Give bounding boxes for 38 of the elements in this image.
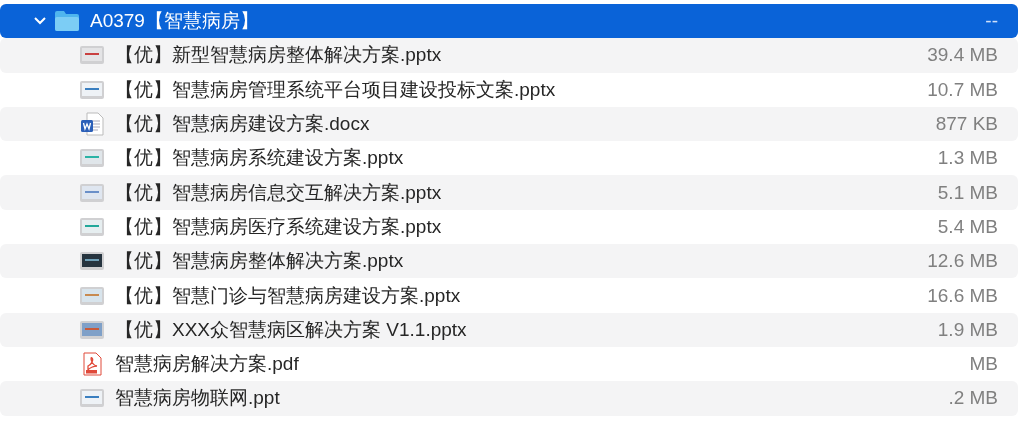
file-row[interactable]: 【优】智慧门诊与智慧病房建设方案.pptx 16.6 MB [0, 278, 1018, 313]
file-size: 1.9 MB [937, 318, 999, 341]
file-size: 5.4 MB [937, 215, 999, 238]
file-size: 16.6 MB [927, 284, 999, 307]
file-name: 智慧病房物联网.ppt [115, 386, 281, 411]
file-row[interactable]: 【优】XXX众智慧病区解决方案 V1.1.pptx 1.9 MB [0, 312, 1018, 347]
file-name: 【优】新型智慧病房整体解决方案.pptx [115, 43, 443, 68]
file-size: 877 KB [935, 113, 999, 136]
file-size: MB [969, 353, 999, 376]
file-name: 【优】智慧病房医疗系统建设方案.pptx [115, 214, 443, 239]
file-row[interactable]: 【优】智慧病房系统建设方案.pptx 1.3 MB [0, 141, 1018, 176]
file-row[interactable]: 智慧病房物联网.ppt .2 MB [0, 381, 1018, 416]
file-size: 5.1 MB [937, 181, 999, 204]
file-size: 39.4 MB [927, 44, 999, 67]
file-size: 10.7 MB [927, 78, 999, 101]
file-name: 【优】智慧病房信息交互解决方案.pptx [115, 180, 443, 205]
file-size: .2 MB [948, 387, 999, 410]
file-name: 【优】智慧病房建设方案.docx [115, 112, 371, 137]
file-name: 【优】智慧门诊与智慧病房建设方案.pptx [115, 283, 462, 308]
file-row[interactable]: 【优】智慧病房整体解决方案.pptx 12.6 MB [0, 244, 1018, 279]
file-name: 智慧病房解决方案.pdf [115, 352, 300, 377]
file-row[interactable]: 【优】智慧病房信息交互解决方案.pptx 5.1 MB [0, 175, 1018, 210]
file-row[interactable]: 智慧病房解决方案.pdf MB [0, 346, 1018, 382]
folder-icon [54, 10, 80, 33]
file-size: 1.3 MB [937, 147, 999, 170]
file-size: 12.6 MB [927, 250, 999, 273]
file-row[interactable]: 【优】智慧病房医疗系统建设方案.pptx 5.4 MB [0, 209, 1018, 245]
file-row[interactable]: 【优】新型智慧病房整体解决方案.pptx 39.4 MB [0, 38, 1018, 73]
file-size: -- [985, 10, 999, 33]
file-name: 【优】智慧病房整体解决方案.pptx [115, 249, 405, 274]
file-name: 【优】智慧病房管理系统平台项目建设投标文案.pptx [115, 77, 557, 102]
file-row[interactable]: 【优】智慧病房建设方案.docx 877 KB [0, 106, 1018, 142]
file-name: 【优】XXX众智慧病区解决方案 V1.1.pptx [115, 317, 468, 342]
folder-name: A0379【智慧病房】 [90, 9, 260, 34]
folder-row[interactable]: A0379【智慧病房】 -- [0, 4, 1018, 39]
file-row[interactable]: 【优】智慧病房管理系统平台项目建设投标文案.pptx 10.7 MB [0, 72, 1018, 107]
word-document-icon [79, 112, 105, 137]
file-name: 【优】智慧病房系统建设方案.pptx [115, 146, 405, 171]
